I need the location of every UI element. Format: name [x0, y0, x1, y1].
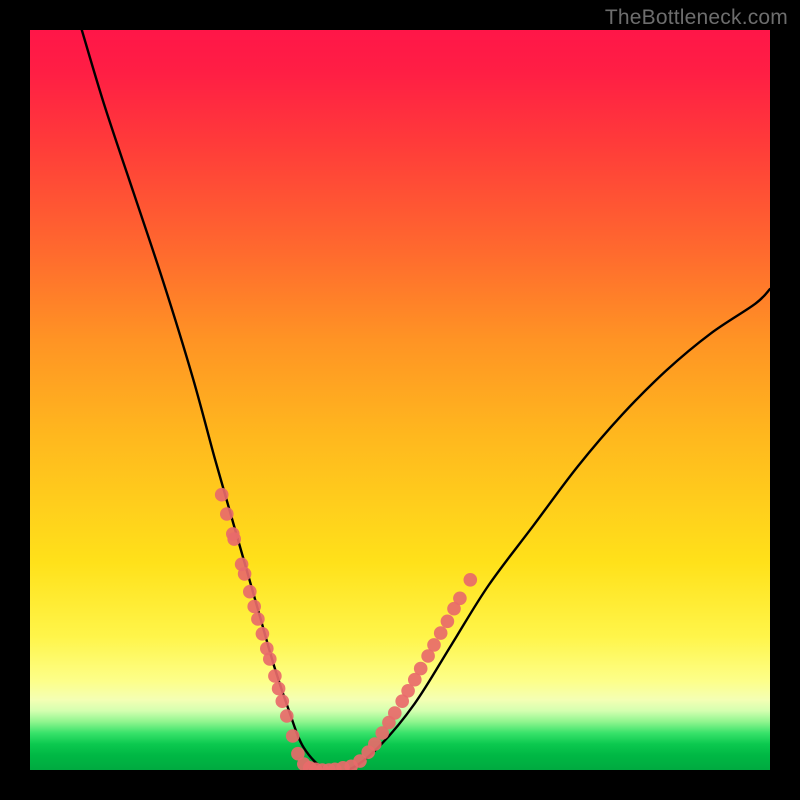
highlight-dot [215, 488, 229, 502]
highlight-dots-right [336, 573, 477, 770]
highlight-dot [388, 706, 402, 720]
highlight-dot [368, 737, 382, 751]
highlight-dot [441, 615, 455, 629]
highlight-dot [414, 662, 428, 676]
highlight-dot [238, 567, 252, 581]
highlight-dot [220, 507, 234, 521]
highlight-dots-left [215, 488, 342, 770]
highlight-dot [280, 709, 294, 723]
highlight-dot [453, 592, 467, 606]
highlight-dot [268, 669, 282, 683]
highlight-dot [227, 532, 241, 546]
highlight-dot [434, 626, 448, 640]
highlight-dot [256, 627, 270, 641]
highlight-dot [247, 600, 261, 614]
highlight-dot [276, 694, 290, 708]
plot-area [30, 30, 770, 770]
highlight-dot [243, 585, 257, 599]
highlight-dot [263, 652, 277, 666]
chart-frame: TheBottleneck.com [0, 0, 800, 800]
highlight-dot [464, 573, 478, 587]
highlight-dot [272, 682, 286, 696]
curve-layer [30, 30, 770, 770]
highlight-dot [286, 729, 300, 743]
highlight-dot [427, 638, 441, 652]
highlight-dot [251, 612, 265, 626]
watermark-text: TheBottleneck.com [605, 6, 788, 30]
